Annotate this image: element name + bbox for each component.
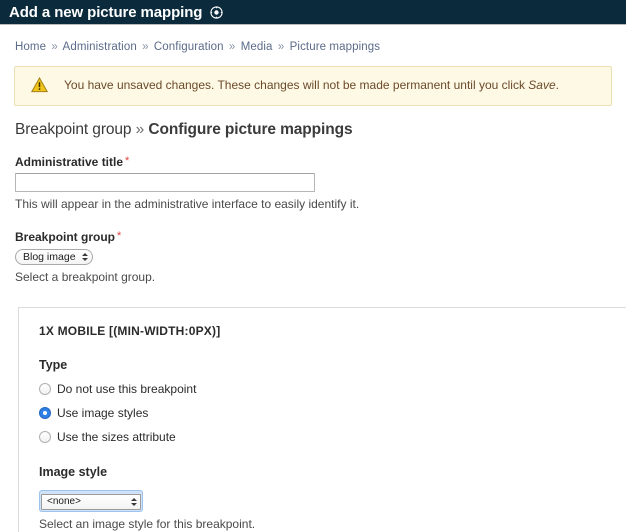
breadcrumb-item-administration[interactable]: Administration <box>63 41 137 53</box>
breakpoint-group-label: Breakpoint group * <box>15 230 626 244</box>
breakpoint-group-selected-value: Blog image <box>23 251 76 264</box>
breadcrumb-item-configuration[interactable]: Configuration <box>154 41 224 53</box>
chevron-updown-icon <box>131 498 137 506</box>
radio-icon[interactable] <box>39 383 51 396</box>
warning-text-after: . <box>555 78 559 93</box>
image-style-field-group: Image style <none> Select an image style… <box>39 465 626 532</box>
breadcrumb-separator: » <box>142 41 149 53</box>
breadcrumb-separator: » <box>228 41 236 53</box>
admin-title-label: Administrative title * <box>15 155 626 169</box>
message-region: You have unsaved changes. These changes … <box>0 53 626 106</box>
breakpoint-group-select[interactable]: Blog image <box>15 249 93 266</box>
image-style-label: Image style <box>39 465 108 480</box>
required-marker: * <box>125 155 130 167</box>
admin-title-input[interactable] <box>15 173 315 192</box>
section-heading: Breakpoint group » Configure picture map… <box>15 121 626 139</box>
unsaved-changes-warning: You have unsaved changes. These changes … <box>14 66 612 106</box>
breadcrumb-item-picture-mappings[interactable]: Picture mappings <box>290 41 380 53</box>
breakpoint-group-label-text: Breakpoint group <box>15 230 116 245</box>
breakpoint-fieldset: 1X MOBILE [(MIN-WIDTH:0PX)] Type Do not … <box>18 307 626 532</box>
warning-triangle-icon <box>30 76 49 96</box>
radio-option-use-image-styles[interactable]: Use image styles <box>39 406 626 421</box>
admin-title-description: This will appear in the administrative i… <box>15 197 360 211</box>
admin-title-label-text: Administrative title <box>15 155 124 169</box>
page-title: Add a new picture mapping <box>9 3 203 21</box>
breadcrumb-item-home[interactable]: Home <box>15 41 46 53</box>
target-circle-icon[interactable] <box>210 5 224 19</box>
image-style-focus-ring: <none> <box>39 490 143 512</box>
radio-label-do-not-use: Do not use this breakpoint <box>57 382 197 397</box>
main-content: Breakpoint group » Configure picture map… <box>0 106 626 285</box>
breadcrumb-separator: » <box>51 41 58 53</box>
radio-label-use-image-styles: Use image styles <box>57 406 149 421</box>
type-label: Type <box>39 358 68 373</box>
image-style-description: Select an image style for this breakpoin… <box>39 516 256 531</box>
radio-option-do-not-use[interactable]: Do not use this breakpoint <box>39 382 626 397</box>
breakpoint-group-description: Select a breakpoint group. <box>15 270 156 285</box>
required-marker: * <box>117 230 122 243</box>
fieldset-legend: 1X MOBILE [(MIN-WIDTH:0PX)] <box>39 324 221 339</box>
radio-icon[interactable] <box>39 431 51 444</box>
section-heading-prefix: Breakpoint group <box>15 121 132 138</box>
breadcrumb-item-media[interactable]: Media <box>241 41 273 53</box>
radio-icon-selected[interactable] <box>39 407 51 420</box>
warning-text-before: You have unsaved changes. These changes … <box>64 78 529 93</box>
image-style-selected-value: <none> <box>47 496 81 508</box>
window-titlebar: Add a new picture mapping <box>0 0 626 25</box>
breakpoint-group-field-group: Breakpoint group * Blog image Select a br… <box>15 230 626 285</box>
image-style-select[interactable]: <none> <box>41 493 141 510</box>
breadcrumb: Home » Administration » Configuration » … <box>0 25 626 53</box>
section-heading-title: Configure picture mappings <box>148 121 353 138</box>
warning-text: You have unsaved changes. These changes … <box>64 78 559 94</box>
radio-option-use-sizes-attribute[interactable]: Use the sizes attribute <box>39 430 626 445</box>
radio-label-use-sizes-attribute: Use the sizes attribute <box>57 430 176 445</box>
breadcrumb-separator: » <box>277 41 285 53</box>
warning-text-emphasis: Save <box>528 78 556 93</box>
section-heading-separator: » <box>135 121 145 138</box>
chevron-updown-icon <box>81 253 88 261</box>
admin-title-field-group: Administrative title * This will appear i… <box>15 155 626 212</box>
